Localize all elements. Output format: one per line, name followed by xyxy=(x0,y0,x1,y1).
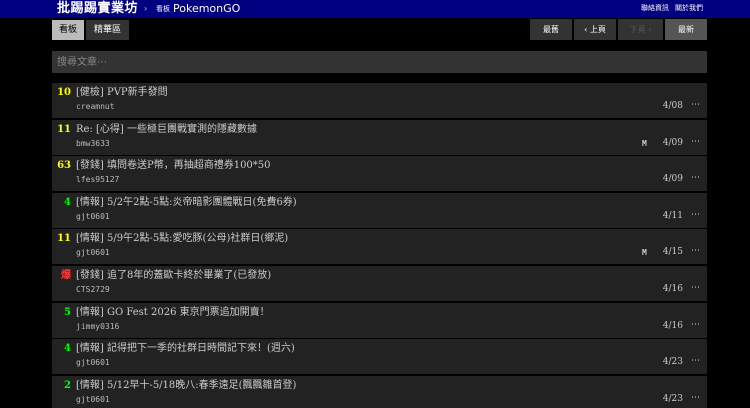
prev-page-button[interactable]: ‹ 上頁 xyxy=(574,19,616,40)
breadcrumb-separator: › xyxy=(144,4,148,13)
post-row[interactable]: 4 [情報] 記得把下一季的社群日時間記下來！(週六) gjt0601 4/23 ⋯ xyxy=(52,339,707,375)
post-row[interactable]: 2 [情報] 5/12早十-5/18晚八:春季遠足(飄飄雛首登) gjt0601 4/… xyxy=(52,375,707,408)
oldest-page-button[interactable]: 最舊 xyxy=(530,19,572,40)
more-options-icon[interactable]: ⋯ xyxy=(691,356,700,367)
post-title-link[interactable]: [情報] 5/9午2點-5點:愛吃豚(公母)社群日(鄉泥) xyxy=(76,232,288,245)
post-row[interactable]: 5 [情報] GO Fest 2026 東京門票追加開賣！ jimmy0316 4/1… xyxy=(52,302,707,338)
post-date: 4/11 xyxy=(662,210,683,221)
post-date: 4/09 xyxy=(662,174,683,185)
search-input[interactable] xyxy=(52,51,707,73)
more-options-icon[interactable]: ⋯ xyxy=(691,320,700,331)
contact-link[interactable]: 聯絡資訊 xyxy=(641,1,669,15)
post-date: 4/23 xyxy=(662,357,683,368)
post-author: gjt0601 xyxy=(76,358,110,368)
more-options-icon[interactable]: ⋯ xyxy=(691,173,700,184)
post-author: bmw3633 xyxy=(76,138,110,148)
push-count: 63 xyxy=(57,160,71,172)
more-options-icon[interactable]: ⋯ xyxy=(691,210,700,221)
push-count: 11 xyxy=(57,233,71,245)
post-list: 10 [健檢] PVP新手發問 creamnut 4/08 ⋯ 11 Re: [心得] 一些… xyxy=(52,83,707,408)
push-count: 5 xyxy=(64,306,71,318)
more-options-icon[interactable]: ⋯ xyxy=(691,393,700,404)
post-row[interactable]: 爆 [發錢] 追了8年的蓋歐卡終於畢業了(已發放) CTS2729 4/16 ⋯ xyxy=(52,265,707,301)
post-title-link[interactable]: [發錢] 填問卷送P幣，再抽超商禮券100*50 xyxy=(76,159,271,172)
top-bar: 批踢踢實業坊 › 看板 PokemonGO 聯絡資訊 關於我們 xyxy=(0,0,750,18)
post-mark: M xyxy=(642,138,647,148)
post-author: creamnut xyxy=(76,102,115,111)
post-date: 4/15 xyxy=(662,247,683,258)
newest-page-button[interactable]: 最新 xyxy=(665,19,707,40)
post-date: 4/08 xyxy=(662,101,683,111)
post-mark: M xyxy=(642,248,647,258)
post-title-link[interactable]: [情報] 記得把下一季的社群日時間記下來！(週六) xyxy=(76,342,295,355)
post-author: gjt0601 xyxy=(76,394,110,404)
tab-board[interactable]: 看板 xyxy=(52,20,84,40)
more-options-icon[interactable]: ⋯ xyxy=(691,246,700,257)
push-count: 4 xyxy=(64,196,71,208)
site-title[interactable]: 批踢踢實業坊 xyxy=(57,0,138,17)
post-author: gjt0601 xyxy=(76,248,110,258)
post-date: 4/23 xyxy=(662,393,683,404)
post-author: jimmy0316 xyxy=(76,321,120,331)
post-author: CTS2729 xyxy=(76,284,110,294)
post-row[interactable]: 63 [發錢] 填問卷送P幣，再抽超商禮券100*50 lfes95127 4/09 ⋯ xyxy=(52,156,707,192)
push-count: 2 xyxy=(64,379,71,391)
post-date: 4/16 xyxy=(662,283,683,294)
push-count: 4 xyxy=(64,343,71,355)
more-options-icon[interactable]: ⋯ xyxy=(691,137,700,148)
board-label: 看板 xyxy=(156,5,170,13)
post-title-link[interactable]: [情報] 5/12早十-5/18晚八:春季遠足(飄飄雛首登) xyxy=(76,379,296,392)
post-date: 4/09 xyxy=(662,137,683,148)
post-author: lfes95127 xyxy=(76,175,120,185)
post-row[interactable]: 4 [情報] 5/2午2點-5點:炎帝暗影團體戰日(免費6券) gjt0601 4/1… xyxy=(52,192,707,228)
post-row[interactable]: 11 Re: [心得] 一些極巨團戰實測的隱藏數據 bmw3633 M 4/09 ⋯ xyxy=(52,119,707,155)
tab-digest[interactable]: 精華區 xyxy=(86,20,129,40)
post-row[interactable]: 11 [情報] 5/9午2點-5點:愛吃豚(公母)社群日(鄉泥) gjt0601 M 4… xyxy=(52,229,707,265)
post-title-link[interactable]: [情報] 5/2午2點-5點:炎帝暗影團體戰日(免費6券) xyxy=(76,196,297,209)
post-title-link[interactable]: [發錢] 追了8年的蓋歐卡終於畢業了(已發放) xyxy=(76,269,271,282)
post-title-link[interactable]: Re: [心得] 一些極巨團戰實測的隱藏數據 xyxy=(76,123,257,136)
about-link[interactable]: 關於我們 xyxy=(675,1,703,15)
post-date: 4/16 xyxy=(662,320,683,331)
push-count: 11 xyxy=(57,123,71,135)
more-options-icon[interactable]: ⋯ xyxy=(691,283,700,294)
push-count: 爆 xyxy=(61,269,71,281)
board-name-link[interactable]: PokemonGO xyxy=(173,0,240,17)
post-title-link[interactable]: [情報] GO Fest 2026 東京門票追加開賣！ xyxy=(76,306,270,319)
post-row[interactable]: 10 [健檢] PVP新手發問 creamnut 4/08 ⋯ xyxy=(52,83,707,118)
next-page-button[interactable]: 下頁 › xyxy=(618,19,663,40)
post-author: gjt0601 xyxy=(76,211,110,221)
post-title-link[interactable]: [健檢] PVP新手發問 xyxy=(76,86,168,99)
more-options-icon[interactable]: ⋯ xyxy=(691,100,700,111)
push-count: 10 xyxy=(57,87,71,98)
